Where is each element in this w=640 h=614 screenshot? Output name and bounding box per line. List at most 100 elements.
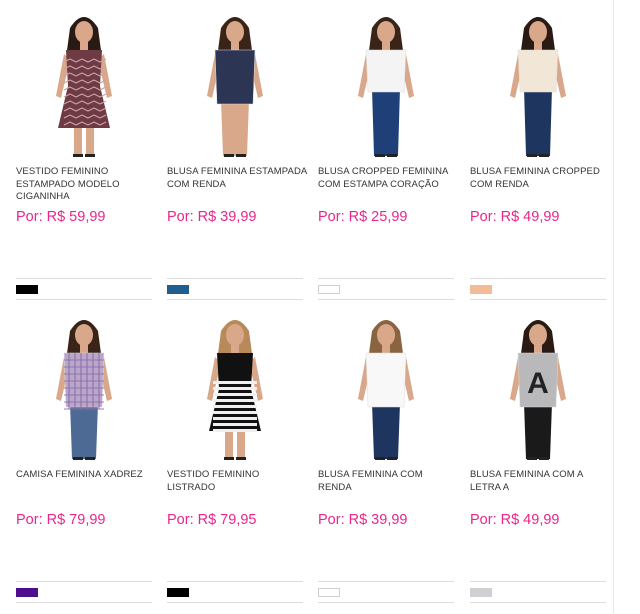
shoe xyxy=(375,457,385,460)
product-name[interactable]: BLUSA FEMININA COM RENDA xyxy=(318,469,458,494)
pants xyxy=(524,88,552,156)
pants xyxy=(372,88,400,156)
product-price: Por: R$ 59,99 xyxy=(16,209,106,225)
product-card[interactable]: VESTIDO FEMININO LISTRADO Por: R$ 79,95 xyxy=(167,309,303,607)
shoe xyxy=(387,154,397,157)
divider xyxy=(470,581,606,582)
product-name[interactable]: BLUSA FEMININA CROPPED COM RENDA xyxy=(470,166,610,191)
plaid-line xyxy=(64,380,104,382)
face xyxy=(529,21,547,43)
color-swatch[interactable] xyxy=(470,285,492,294)
plaid-line xyxy=(64,408,104,410)
divider xyxy=(16,581,152,582)
divider xyxy=(167,602,303,603)
color-swatch[interactable] xyxy=(16,285,38,294)
product-price: Por: R$ 79,99 xyxy=(16,512,106,528)
product-card[interactable]: CAMISA FEMININA XADREZ Por: R$ 79,99 xyxy=(16,309,152,607)
product-price: Por: R$ 39,99 xyxy=(167,209,257,225)
product-name[interactable]: BLUSA FEMININA ESTAMPADA COM RENDA xyxy=(167,166,307,191)
face xyxy=(377,324,395,346)
product-name[interactable]: CAMISA FEMININA XADREZ xyxy=(16,469,156,482)
divider xyxy=(16,299,152,300)
color-swatch[interactable] xyxy=(470,588,492,597)
plaid-line xyxy=(64,394,104,396)
product-price: Por: R$ 25,99 xyxy=(318,209,408,225)
product-image[interactable] xyxy=(318,309,454,461)
stripe xyxy=(213,429,257,432)
product-image[interactable] xyxy=(167,309,303,461)
divider xyxy=(167,581,303,582)
color-swatch[interactable] xyxy=(318,588,340,597)
stripe xyxy=(213,393,257,396)
product-card[interactable]: VESTIDO FEMININO ESTAMPADO MODELO CIGANI… xyxy=(16,6,152,304)
divider xyxy=(318,602,454,603)
divider xyxy=(318,278,454,279)
product-image[interactable]: A xyxy=(470,309,606,461)
top xyxy=(214,49,256,105)
color-swatch[interactable] xyxy=(16,588,38,597)
pants xyxy=(372,403,400,459)
shoe xyxy=(73,457,83,460)
divider xyxy=(318,581,454,582)
leg xyxy=(86,124,94,156)
product-name[interactable]: VESTIDO FEMININO LISTRADO xyxy=(167,469,307,494)
top xyxy=(365,352,407,408)
pants xyxy=(221,100,249,156)
product-image[interactable] xyxy=(16,6,152,158)
shoe xyxy=(224,457,234,460)
divider xyxy=(470,299,606,300)
color-swatch[interactable] xyxy=(167,588,189,597)
face xyxy=(75,324,93,346)
product-price: Por: R$ 49,99 xyxy=(470,512,560,528)
stripe xyxy=(213,399,257,402)
shoe xyxy=(375,154,385,157)
shoe xyxy=(73,154,83,157)
product-image[interactable] xyxy=(470,6,606,158)
product-card[interactable]: BLUSA CROPPED FEMININA COM ESTAMPA CORAÇ… xyxy=(318,6,454,304)
top xyxy=(365,49,407,93)
product-name[interactable]: BLUSA CROPPED FEMININA COM ESTAMPA CORAÇ… xyxy=(318,166,458,191)
stripe xyxy=(213,417,257,420)
product-price: Por: R$ 39,99 xyxy=(318,512,408,528)
stripe xyxy=(213,405,257,408)
product-image[interactable] xyxy=(16,309,152,461)
stripe xyxy=(213,411,257,414)
product-price: Por: R$ 79,95 xyxy=(167,512,257,528)
pants xyxy=(524,403,552,459)
product-card[interactable]: BLUSA FEMININA COM RENDA Por: R$ 39,99 xyxy=(318,309,454,607)
product-image[interactable] xyxy=(318,6,454,158)
color-swatch[interactable] xyxy=(167,285,189,294)
shoe xyxy=(236,457,246,460)
shoe xyxy=(85,457,95,460)
divider xyxy=(16,278,152,279)
shoe xyxy=(539,154,549,157)
divider xyxy=(167,278,303,279)
product-name[interactable]: BLUSA FEMININA COM A LETRA A xyxy=(470,469,610,494)
shoe xyxy=(527,457,537,460)
plaid-line xyxy=(64,366,104,368)
shoe xyxy=(527,154,537,157)
face xyxy=(226,324,244,346)
product-card[interactable]: BLUSA FEMININA CROPPED COM RENDA Por: R$… xyxy=(470,6,606,304)
pants xyxy=(70,403,98,459)
scrollbar-track[interactable] xyxy=(613,0,614,614)
leg xyxy=(74,124,82,156)
stripe xyxy=(213,423,257,426)
face xyxy=(75,21,93,43)
product-name[interactable]: VESTIDO FEMININO ESTAMPADO MODELO CIGANI… xyxy=(16,166,156,204)
product-card[interactable]: A BLUSA FEMININA COM A LETRA A Por: R$ 4… xyxy=(470,309,606,607)
divider xyxy=(318,299,454,300)
divider xyxy=(470,278,606,279)
plaid-line xyxy=(64,359,104,361)
top xyxy=(517,49,559,93)
letter-a-print: A xyxy=(527,367,549,400)
product-card[interactable]: BLUSA FEMININA ESTAMPADA COM RENDA Por: … xyxy=(167,6,307,304)
product-image[interactable] xyxy=(167,6,303,158)
divider xyxy=(470,602,606,603)
color-swatch[interactable] xyxy=(318,285,340,294)
plaid-line xyxy=(64,401,104,403)
shoe xyxy=(387,457,397,460)
divider xyxy=(16,602,152,603)
shoe xyxy=(539,457,549,460)
product-price: Por: R$ 49,99 xyxy=(470,209,560,225)
